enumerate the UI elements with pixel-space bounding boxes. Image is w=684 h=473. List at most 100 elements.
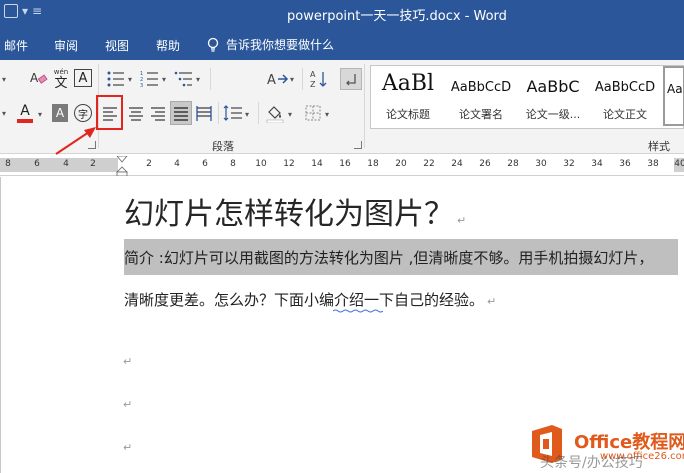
borders-dropdown-icon[interactable]: ▾ xyxy=(325,110,329,119)
enclose-characters-button[interactable]: 字 xyxy=(74,104,92,122)
styles-group-label: 样式 xyxy=(648,140,670,153)
multilevel-list-button[interactable] xyxy=(172,68,196,90)
chinese-layout-button[interactable]: A xyxy=(266,68,290,90)
style-sample: AaBbC xyxy=(526,77,580,96)
distributed-button[interactable] xyxy=(194,102,214,124)
tab-view[interactable]: 视图 xyxy=(105,37,129,54)
sort-icon: A Z xyxy=(310,70,327,89)
chinese-layout-dropdown-icon[interactable]: ▾ xyxy=(290,75,294,84)
title-bar: ▾ ≡ powerpoint一天一技巧.docx - Word xyxy=(0,0,684,28)
shading-dropdown-icon[interactable]: ▾ xyxy=(288,110,292,119)
tab-mailings[interactable]: 邮件 xyxy=(4,37,28,54)
align-center-button[interactable] xyxy=(126,102,146,124)
align-right-icon xyxy=(151,107,165,121)
ruler-tick: 34 xyxy=(591,159,603,169)
ruler-tick: 16 xyxy=(339,159,351,169)
ruler-tick: 26 xyxy=(479,159,491,169)
align-right-button[interactable] xyxy=(148,102,168,124)
tell-me-label: 告诉我你想要做什么 xyxy=(226,38,335,52)
annotation-arrow-icon xyxy=(55,127,96,155)
ruler-tick: 6 xyxy=(202,159,208,169)
window-title: powerpoint一天一技巧.docx - Word xyxy=(287,9,507,24)
line-spacing-icon xyxy=(223,105,242,121)
numbering-dropdown-icon[interactable]: ▾ xyxy=(162,75,166,84)
ruler-tick: 8 xyxy=(5,159,11,169)
group-separator xyxy=(364,64,365,148)
multilevel-dropdown-icon[interactable]: ▾ xyxy=(196,75,200,84)
paragraph-dialog-launcher[interactable] xyxy=(354,141,362,149)
line-spacing-dropdown-icon[interactable]: ▾ xyxy=(245,110,249,119)
multilevel-list-icon xyxy=(174,71,192,87)
grammar-squiggle xyxy=(333,309,383,313)
tab-review[interactable]: 审阅 xyxy=(54,37,78,54)
pilcrow-toggle-icon xyxy=(346,74,356,86)
paragraph-group-label: 段落 xyxy=(212,140,234,153)
ribbon-tabs: 邮件 审阅 视图 帮助 告诉我你想要做什么 xyxy=(0,28,684,60)
style-name: 论文署名 xyxy=(459,108,503,121)
paragraph-line-2[interactable]: 清晰度更差。怎么办？下面小编介绍一下自己的经验。 ↵ xyxy=(124,289,496,310)
watermark: Office教程网 www.office26.com 头条号/办公技巧 xyxy=(518,418,684,473)
tab-help[interactable]: 帮助 xyxy=(156,37,180,54)
character-shading-button[interactable]: A xyxy=(52,104,68,122)
paint-bucket-icon xyxy=(266,106,284,123)
svg-text:A: A xyxy=(310,70,316,79)
show-hide-marks-button[interactable] xyxy=(340,68,362,90)
bullets-button[interactable] xyxy=(104,68,128,90)
ruler-tick: 36 xyxy=(619,159,631,169)
style-item-thesis-author[interactable]: AaBbCcD 论文署名 xyxy=(445,66,517,128)
phonetic-char: 文 xyxy=(54,75,68,91)
toolbar-separator xyxy=(258,102,259,124)
ruler-tick: 40 xyxy=(674,159,684,169)
character-border-button[interactable]: A xyxy=(74,69,92,87)
style-item-thesis-body[interactable]: AaBbCcD 论文正文 xyxy=(589,66,661,128)
bullets-dropdown-icon[interactable]: ▾ xyxy=(128,75,132,84)
empty-paragraph-mark: ↵ xyxy=(123,441,133,454)
ruler-tick: 2 xyxy=(146,159,152,169)
distributed-icon xyxy=(196,106,212,121)
character-shading-letter: A xyxy=(55,106,65,120)
justify-button[interactable] xyxy=(170,101,192,125)
style-item-thesis-heading1[interactable]: AaBbC 论文一级... xyxy=(517,66,589,128)
ruler-tick: 22 xyxy=(423,159,435,169)
watermark-overlay-text: 头条号/办公技巧 xyxy=(540,455,643,471)
lightbulb-icon xyxy=(207,37,219,52)
numbering-icon: 1 2 3 xyxy=(140,71,158,88)
svg-text:A: A xyxy=(30,71,39,85)
font-color-button[interactable]: A xyxy=(14,102,36,124)
indent-marker-icon[interactable] xyxy=(116,156,128,176)
font-color-swatch xyxy=(17,118,33,123)
highlight-color-dropdown[interactable]: ▾ xyxy=(0,103,8,123)
document-heading[interactable]: 幻灯片怎样转化为图片？ ↵ xyxy=(124,189,466,233)
style-item-partial[interactable]: AaB xyxy=(663,66,684,126)
paragraph-line-1[interactable]: 简介 :幻灯片可以用截图的方法转化为图片 ,但清晰度不够。用手机拍摄幻灯片， xyxy=(124,247,653,268)
empty-paragraph-mark: ↵ xyxy=(123,355,133,368)
character-border-letter: A xyxy=(78,70,88,86)
ruler-tick: 12 xyxy=(283,159,295,169)
align-center-icon xyxy=(129,107,143,121)
bullets-icon xyxy=(107,71,124,87)
borders-icon xyxy=(305,105,321,121)
style-name: 论文标题 xyxy=(386,108,430,121)
svg-text:Z: Z xyxy=(310,80,316,89)
ruler-tick: 14 xyxy=(311,159,323,169)
svg-text:A: A xyxy=(267,73,276,88)
ruler-tick: 10 xyxy=(255,159,267,169)
chinese-layout-icon: A xyxy=(267,73,289,88)
toolbar-separator xyxy=(218,102,219,124)
style-item-thesis-title[interactable]: AaBl 论文标题 xyxy=(371,66,445,128)
clear-formatting-button[interactable]: A xyxy=(28,68,50,90)
font-case-dropdown[interactable]: ▾ xyxy=(0,69,8,89)
shading-button[interactable] xyxy=(264,102,286,124)
phonetic-guide-button[interactable]: wén 文 xyxy=(52,66,70,92)
tell-me-box[interactable]: 告诉我你想要做什么 xyxy=(206,36,334,53)
horizontal-ruler[interactable]: 8 6 4 2 2 4 6 8 10 12 14 16 18 20 22 24 … xyxy=(0,155,684,176)
sort-button[interactable]: A Z xyxy=(308,68,330,90)
font-color-dropdown-icon[interactable]: ▾ xyxy=(38,110,42,119)
numbering-button[interactable]: 1 2 3 xyxy=(138,68,162,90)
style-sample: AaBbCcD xyxy=(594,80,656,95)
borders-button[interactable] xyxy=(302,102,324,124)
paragraph-mark: ↵ xyxy=(457,214,467,227)
ruler-tick: 28 xyxy=(507,159,519,169)
ruler-tick: 4 xyxy=(174,159,180,169)
line-spacing-button[interactable] xyxy=(222,102,244,124)
